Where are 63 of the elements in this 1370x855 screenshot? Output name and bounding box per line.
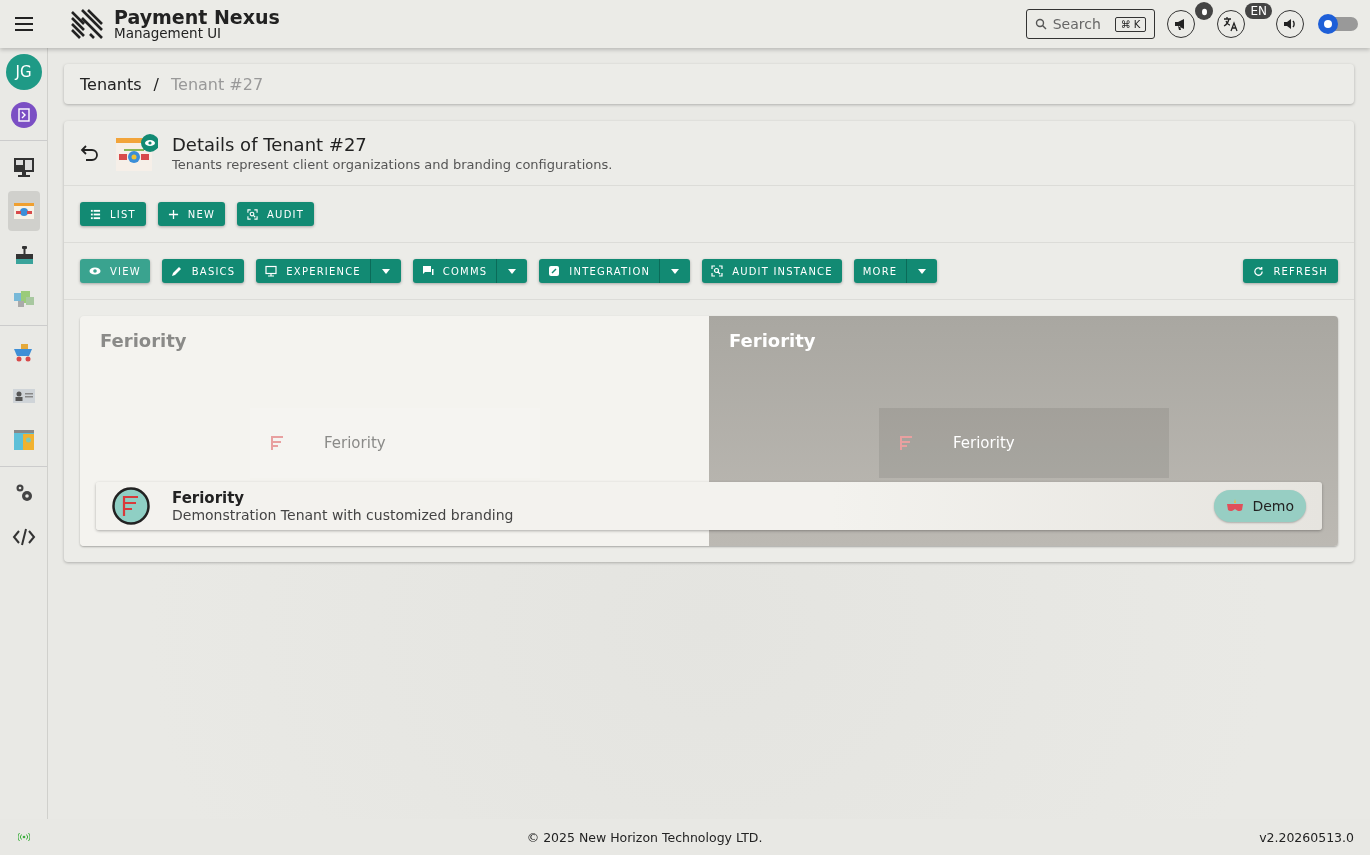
preview-card: Feriority [879, 408, 1169, 478]
copyright-text: © 2025 New Horizon Technology LTD. [525, 829, 764, 845]
version-text: v2.20260513.0 [1259, 829, 1354, 845]
tab-button[interactable]: VIEW [80, 259, 150, 283]
preview-title: Feriority [100, 330, 187, 351]
speaker-icon [1283, 17, 1297, 31]
tenant-icon [116, 133, 158, 173]
refresh-button[interactable]: REFRESH [1243, 259, 1338, 283]
tenant-name: Feriority [172, 489, 246, 507]
tenant-description: Demonstration Tenant with customized branding [172, 507, 514, 523]
caret-icon [381, 268, 390, 274]
sun-icon [1318, 14, 1338, 34]
menu-icon [14, 16, 34, 32]
demo-chip: Demo [1214, 490, 1306, 522]
tab-split-button[interactable]: MORE [853, 259, 938, 283]
monitor-icon [11, 155, 36, 179]
tenant-logo [112, 487, 150, 525]
shortcut-hint: ⌘ K [1114, 16, 1147, 32]
action-button[interactable]: AUDIT [237, 202, 314, 226]
pencil-icon [170, 265, 183, 277]
breadcrumb-current: Tenant #27 [171, 74, 264, 94]
list-icon [90, 208, 101, 220]
tab-split-button[interactable]: COMMS [412, 259, 528, 283]
tab-button[interactable]: AUDIT INSTANCE [702, 259, 842, 283]
logo-icon [70, 8, 104, 40]
search-input[interactable]: Search [1052, 16, 1109, 32]
logo-icon [899, 435, 913, 451]
eye-icon [89, 265, 101, 277]
language-badge: EN [1245, 3, 1272, 19]
preview-title: Feriority [729, 330, 816, 351]
tab-split-button[interactable]: EXPERIENCE [256, 259, 401, 283]
caret-icon [508, 268, 517, 274]
caret-icon [671, 268, 680, 274]
audit-icon [247, 208, 259, 220]
exit-icon[interactable] [10, 102, 37, 128]
mask-icon [1226, 499, 1245, 513]
breadcrumb-link[interactable]: Tenants [80, 74, 142, 94]
profile-icon [11, 428, 36, 452]
user-avatar[interactable]: JG [5, 54, 42, 90]
link-icon [548, 265, 561, 277]
audit-icon [711, 265, 724, 277]
theme-toggle[interactable] [1318, 14, 1358, 34]
signal-icon [18, 832, 30, 842]
monitor-icon [265, 265, 278, 277]
search-bar[interactable]: Search ⌘ K [1025, 9, 1156, 39]
page-subtitle: Tenants represent client organizations and branding configurations. [172, 157, 613, 172]
logo-icon [270, 435, 284, 451]
chat-icon [421, 265, 434, 277]
refresh-icon [1253, 265, 1265, 277]
page-title: Details of Tenant #27 [172, 134, 368, 155]
caret-icon [918, 268, 927, 274]
back-button[interactable] [80, 143, 100, 163]
translate-icon [1223, 16, 1240, 32]
search-icon [1034, 18, 1047, 30]
action-button[interactable]: NEW [157, 202, 226, 226]
tab-button[interactable]: BASICS [161, 259, 245, 283]
undo-icon [80, 143, 100, 163]
tab-split-button[interactable]: INTEGRATION [539, 259, 691, 283]
plus-icon [167, 208, 179, 220]
action-button[interactable]: LIST [80, 202, 146, 226]
breadcrumb-separator: / [153, 74, 159, 94]
bug-icon [1199, 6, 1209, 16]
app-title: Payment Nexus [114, 7, 280, 27]
